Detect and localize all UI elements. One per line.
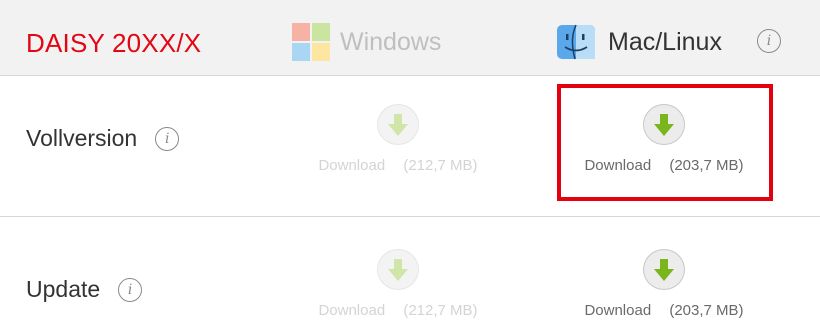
download-label[interactable]: Download [584,302,651,319]
windows-logo-icon [292,23,330,61]
row-divider [0,216,820,217]
download-label: Download [318,302,386,319]
platform-label-mac-linux: Mac/Linux [608,27,722,56]
row-label-update: Update i [26,276,143,303]
row-label-text: Vollversion [26,125,138,151]
highlight-box [557,84,773,201]
platform-column-windows[interactable]: Windows [292,23,442,61]
download-table-header: DAISY 20XX/X Windows Mac/Linux i [0,0,820,76]
download-arrow-icon [377,104,419,145]
download-arrow-icon [377,249,419,290]
download-mac-update-button[interactable]: Download (203,7 MB) [554,249,774,319]
info-icon[interactable]: i [118,277,143,302]
finder-icon [557,24,595,60]
download-size: (203,7 MB) [669,302,744,319]
platform-column-mac-linux[interactable]: Mac/Linux [556,24,722,60]
info-icon[interactable]: i [155,126,180,151]
download-label: Download [318,157,386,174]
download-windows-update: Download (212,7 MB) [288,249,508,319]
download-arrow-icon[interactable] [643,249,685,290]
download-windows-full: Download (212,7 MB) [288,104,508,174]
platform-label-windows: Windows [340,27,442,56]
row-label-text: Update [26,276,101,302]
product-title: DAISY 20XX/X [26,28,202,58]
download-size: (212,7 MB) [403,302,478,319]
download-size: (212,7 MB) [403,157,478,174]
row-label-vollversion: Vollversion i [26,125,180,152]
info-icon[interactable]: i [757,29,781,53]
